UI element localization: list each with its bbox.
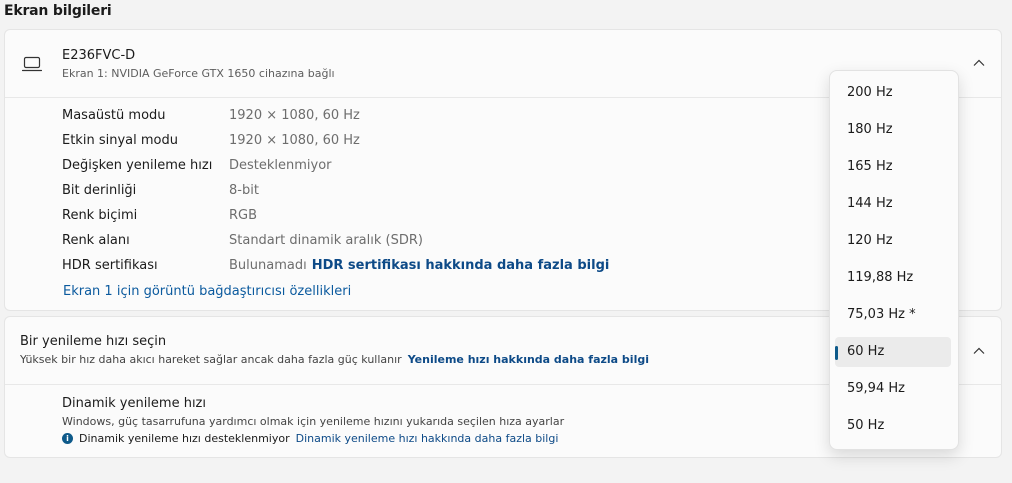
property-value: RGB — [229, 208, 257, 223]
property-value: 1920 × 1080, 60 Hz — [229, 108, 360, 123]
property-value-text: Desteklenmiyor — [229, 158, 332, 173]
dynamic-refresh-learn-more-link[interactable]: Dinamik yenileme hızı hakkında daha fazl… — [296, 432, 559, 445]
refresh-rate-option-label: 200 Hz — [847, 85, 893, 100]
refresh-rate-option[interactable]: 59,94 Hz — [835, 374, 951, 404]
property-value: Bulunamadı HDR sertifikası hakkında daha … — [229, 258, 609, 273]
refresh-rate-title: Bir yenileme hızı seçin — [20, 334, 167, 349]
refresh-rate-option[interactable]: 60 Hz — [835, 337, 951, 367]
dynamic-refresh-status: i Dinamik yenileme hızı desteklenmiyor D… — [62, 432, 558, 445]
refresh-rate-option[interactable]: 144 Hz — [835, 189, 951, 219]
info-icon: i — [62, 433, 73, 444]
dynamic-refresh-status-text: Dinamik yenileme hızı desteklenmiyor — [79, 432, 290, 445]
property-label: Renk biçimi — [62, 208, 138, 223]
property-value: Desteklenmiyor — [229, 158, 332, 173]
dynamic-refresh-description: Windows, güç tasarrufuna yardımcı olmak … — [62, 415, 565, 428]
refresh-rate-option-label: 75,03 Hz * — [847, 307, 916, 322]
section-title: Ekran bilgileri — [4, 3, 112, 19]
refresh-rate-option-label: 59,94 Hz — [847, 381, 905, 396]
property-value: Standart dinamik aralık (SDR) — [229, 233, 423, 248]
refresh-rate-option[interactable]: 165 Hz — [835, 152, 951, 182]
refresh-rate-option-label: 165 Hz — [847, 159, 893, 174]
property-label: Masaüstü modu — [62, 108, 166, 123]
selection-indicator — [835, 346, 838, 360]
property-value: 1920 × 1080, 60 Hz — [229, 133, 360, 148]
display-subtitle: Ekran 1: NVIDIA GeForce GTX 1650 cihazın… — [62, 67, 335, 80]
property-label: Bit derinliği — [62, 183, 137, 198]
property-label: HDR sertifikası — [62, 258, 158, 273]
property-label: Etkin sinyal modu — [62, 133, 178, 148]
refresh-rate-option[interactable]: 200 Hz — [835, 78, 951, 108]
refresh-rate-option-label: 120 Hz — [847, 233, 893, 248]
property-value: 8-bit — [229, 183, 259, 198]
refresh-rate-description: Yüksek bir hız daha akıcı hareket sağlar… — [20, 353, 402, 366]
refresh-rate-option-label: 50 Hz — [847, 418, 885, 433]
property-label: Değişken yenileme hızı — [62, 158, 213, 173]
refresh-rate-option[interactable]: 50 Hz — [835, 411, 951, 441]
property-value-text: RGB — [229, 208, 258, 223]
refresh-rate-option-label: 180 Hz — [847, 122, 893, 137]
refresh-rate-learn-more-link[interactable]: Yenileme hızı hakkında daha fazla bilgi — [408, 353, 649, 366]
property-label: Renk alanı — [62, 233, 130, 248]
hdr-learn-more-link[interactable]: HDR sertifikası hakkında daha fazla bilg… — [312, 258, 610, 273]
laptop-icon — [21, 56, 43, 76]
chevron-up-icon[interactable] — [969, 341, 989, 361]
adapter-properties-link[interactable]: Ekran 1 için görüntü bağdaştırıcısı özel… — [63, 284, 351, 299]
refresh-rate-option[interactable]: 119,88 Hz — [835, 263, 951, 293]
display-name: E236FVC-D — [62, 48, 136, 63]
property-value-text: Bulunamadı — [229, 258, 307, 273]
refresh-rate-option-label: 144 Hz — [847, 196, 893, 211]
property-value-text: 1920 × 1080, 60 Hz — [229, 133, 360, 148]
dynamic-refresh-title: Dinamik yenileme hızı — [62, 396, 206, 411]
property-value-text: 8-bit — [229, 183, 259, 198]
refresh-rate-subtitle: Yüksek bir hız daha akıcı hareket sağlar… — [20, 353, 649, 366]
refresh-rate-option-label: 60 Hz — [847, 344, 885, 359]
property-value-text: 1920 × 1080, 60 Hz — [229, 108, 360, 123]
refresh-rate-option[interactable]: 120 Hz — [835, 226, 951, 256]
refresh-rate-option-label: 119,88 Hz — [847, 270, 914, 285]
refresh-rate-option[interactable]: 75,03 Hz * — [835, 300, 951, 330]
refresh-rate-dropdown[interactable]: 200 Hz 180 Hz 165 Hz 144 Hz 120 Hz 119,88 Hz 7… — [829, 70, 959, 450]
refresh-rate-option[interactable]: 180 Hz — [835, 115, 951, 145]
property-value-text: Standart dinamik aralık (SDR) — [229, 233, 423, 248]
chevron-up-icon[interactable] — [969, 53, 989, 73]
